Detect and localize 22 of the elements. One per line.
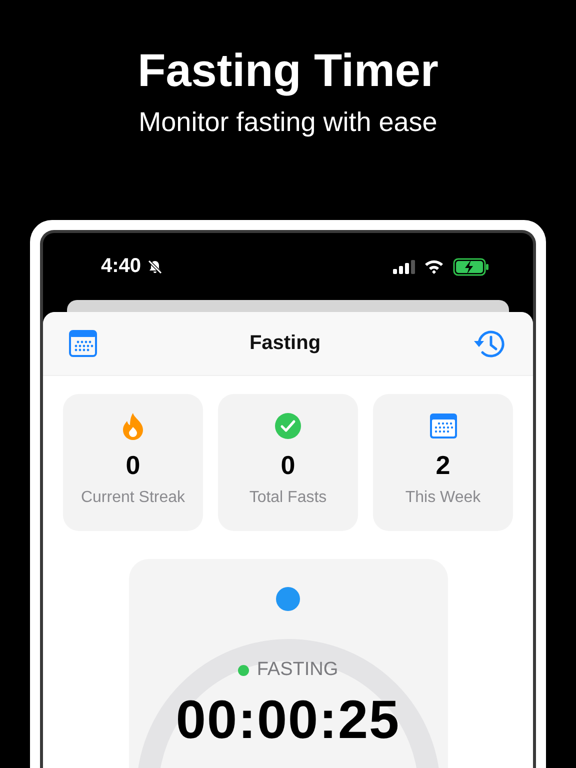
subheadline: Monitor fasting with ease	[138, 106, 438, 138]
stat-value: 0	[126, 450, 140, 481]
timer-status: FASTING	[256, 659, 338, 681]
stat-value: 2	[436, 450, 450, 481]
screen-title: Fasting	[249, 332, 321, 355]
status-time: 4:40	[101, 255, 142, 278]
history-icon[interactable]	[473, 328, 505, 358]
headline: Fasting Timer	[138, 44, 438, 96]
flame-icon	[121, 412, 145, 440]
signal-icon	[393, 260, 415, 274]
stat-label: Total Fasts	[249, 489, 327, 507]
elapsed-time: 00:00:25	[176, 689, 400, 751]
stat-label: Current Streak	[80, 489, 186, 507]
muted-bell-icon	[147, 258, 164, 274]
calendar-icon[interactable]	[69, 330, 97, 357]
calendar-icon	[430, 412, 456, 440]
wifi-icon	[424, 259, 444, 274]
stat-value: 0	[280, 450, 296, 481]
stat-label: This Week	[405, 489, 481, 507]
check-circle-icon	[274, 412, 302, 440]
progress-knob	[276, 587, 300, 611]
battery-charging-icon	[453, 258, 489, 276]
